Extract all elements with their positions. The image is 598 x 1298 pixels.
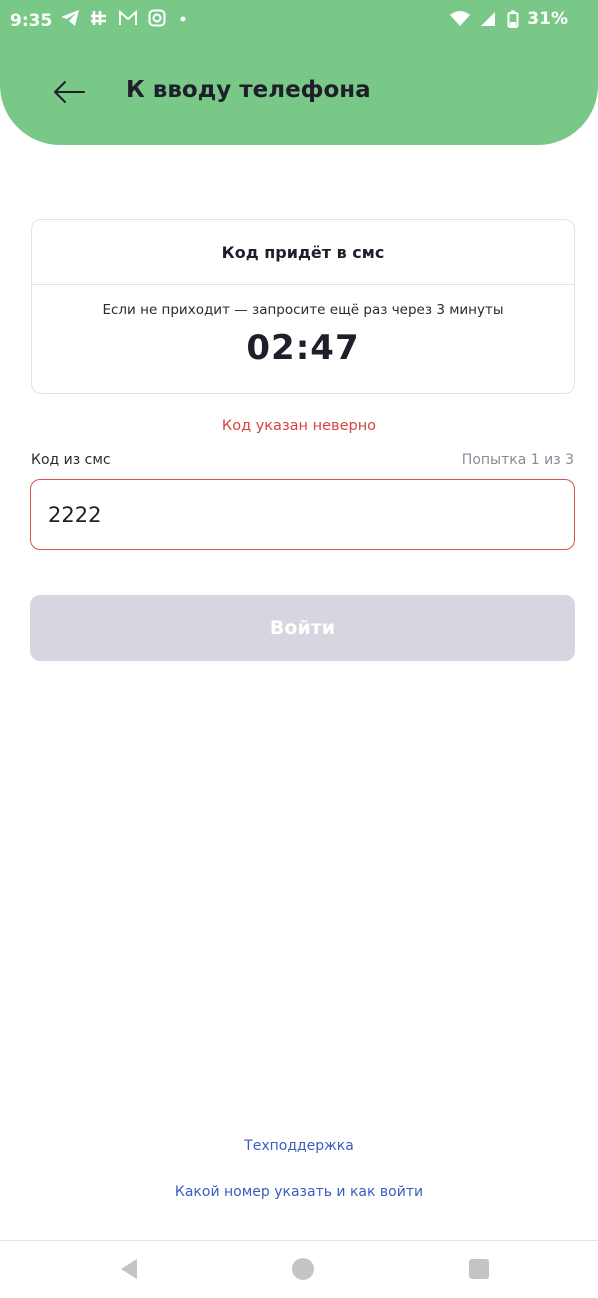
system-nav-bar — [0, 1241, 598, 1298]
arrow-left-icon — [54, 81, 85, 103]
battery-level: 31% — [527, 9, 568, 29]
card-heading: Код придёт в смс — [32, 220, 574, 285]
notification-icons — [60, 9, 190, 27]
grid-app-icon — [91, 11, 106, 25]
sms-info-card: Код придёт в смс Если не приходит — запр… — [31, 219, 575, 394]
sms-code-input[interactable] — [30, 479, 575, 550]
system-icons: 31% — [449, 9, 568, 29]
support-link[interactable]: Техподдержка — [0, 1138, 598, 1154]
instagram-icon — [148, 9, 166, 27]
home-icon[interactable] — [291, 1257, 315, 1281]
code-field-label: Код из смс — [31, 452, 111, 468]
dot-icon — [180, 16, 186, 22]
error-message: Код указан неверно — [221, 418, 377, 434]
status-time: 9:35 — [10, 11, 53, 31]
back-button[interactable] — [50, 76, 88, 108]
battery-icon — [507, 10, 519, 28]
back-icon[interactable] — [119, 1257, 139, 1281]
page-title: К вводу телефона — [126, 77, 371, 103]
resend-note: Если не приходит — запросите ещё раз чер… — [102, 302, 504, 318]
countdown-timer: 02:47 — [246, 328, 360, 368]
status-bar: 9:35 31% — [0, 0, 598, 44]
attempt-counter: Попытка 1 из 3 — [461, 452, 574, 468]
gmail-icon — [119, 10, 137, 25]
signal-icon — [481, 12, 496, 26]
app-header: 9:35 31% К вводу телефона — [0, 0, 598, 145]
recents-icon[interactable] — [468, 1257, 490, 1281]
wifi-icon — [450, 11, 471, 26]
telegram-icon — [61, 10, 79, 26]
help-link[interactable]: Какой номер указать и как войти — [0, 1184, 598, 1200]
login-button[interactable]: Войти — [30, 595, 575, 661]
